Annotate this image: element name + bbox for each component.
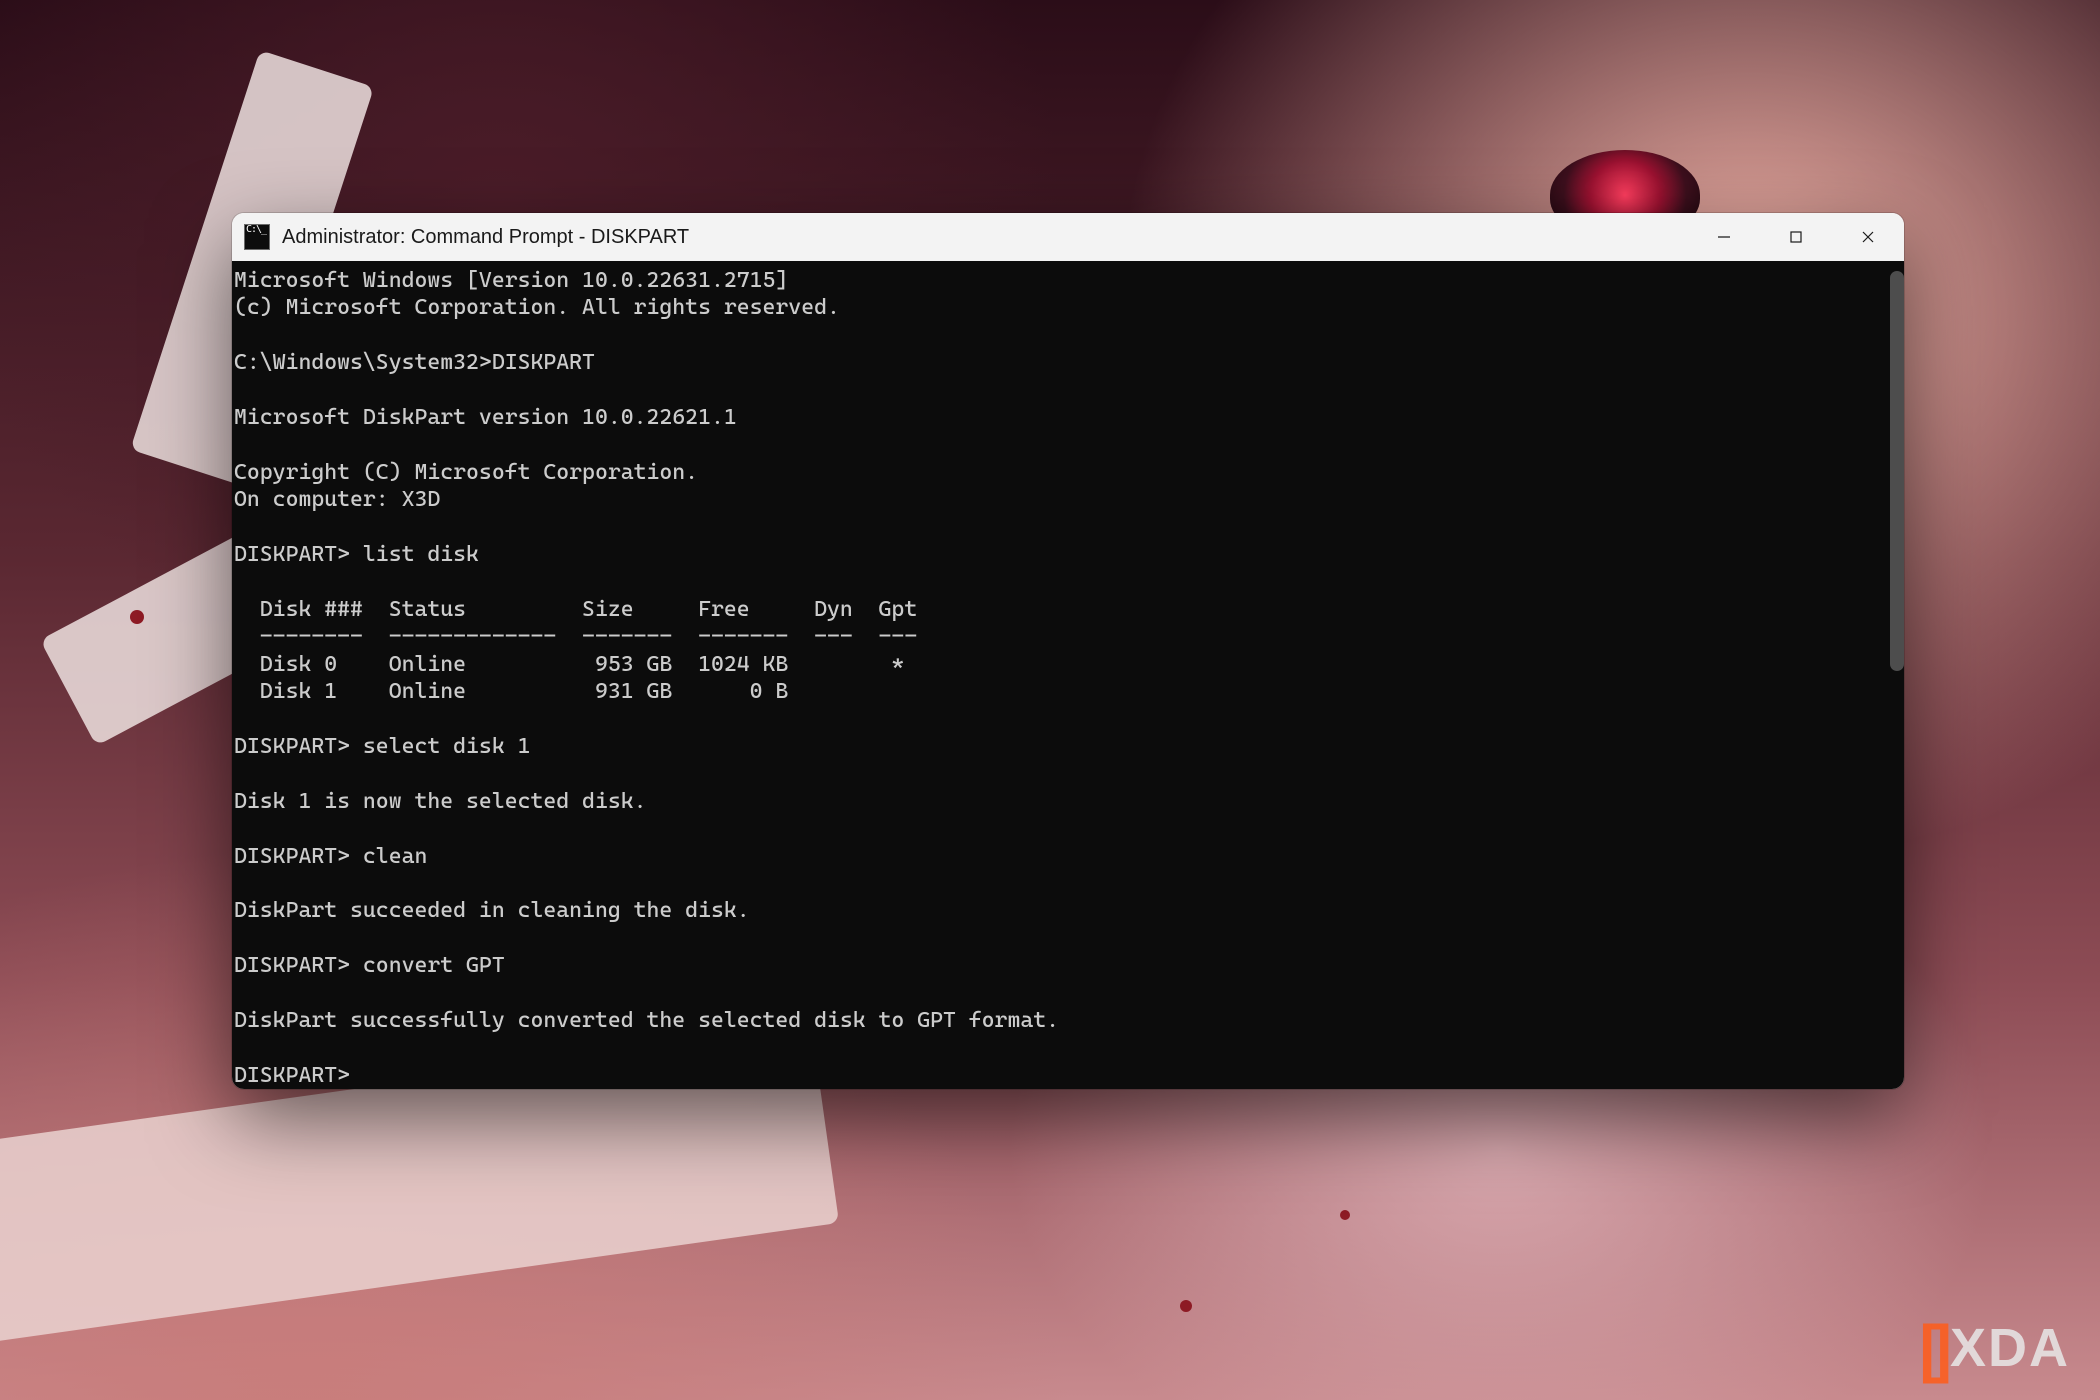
watermark-bracket-icon: []	[1919, 1316, 1942, 1380]
cmd-icon	[244, 224, 270, 250]
wallpaper-sparkle	[130, 610, 144, 624]
maximize-icon	[1788, 229, 1804, 245]
watermark: [] XDA	[1919, 1316, 2070, 1380]
wallpaper-sparkle	[1180, 1300, 1192, 1312]
close-button[interactable]	[1832, 213, 1904, 261]
minimize-icon	[1716, 229, 1732, 245]
close-icon	[1860, 229, 1876, 245]
watermark-text: XDA	[1950, 1321, 2070, 1375]
wallpaper-sparkle	[1340, 1210, 1350, 1220]
terminal-output[interactable]: Microsoft Windows [Version 10.0.22631.27…	[232, 261, 1904, 1089]
command-prompt-window: Administrator: Command Prompt - DISKPART…	[232, 213, 1904, 1089]
desktop-wallpaper: Administrator: Command Prompt - DISKPART…	[0, 0, 2100, 1400]
minimize-button[interactable]	[1688, 213, 1760, 261]
titlebar[interactable]: Administrator: Command Prompt - DISKPART	[232, 213, 1904, 261]
scrollbar-thumb[interactable]	[1890, 271, 1904, 671]
maximize-button[interactable]	[1760, 213, 1832, 261]
window-title: Administrator: Command Prompt - DISKPART	[282, 226, 689, 249]
